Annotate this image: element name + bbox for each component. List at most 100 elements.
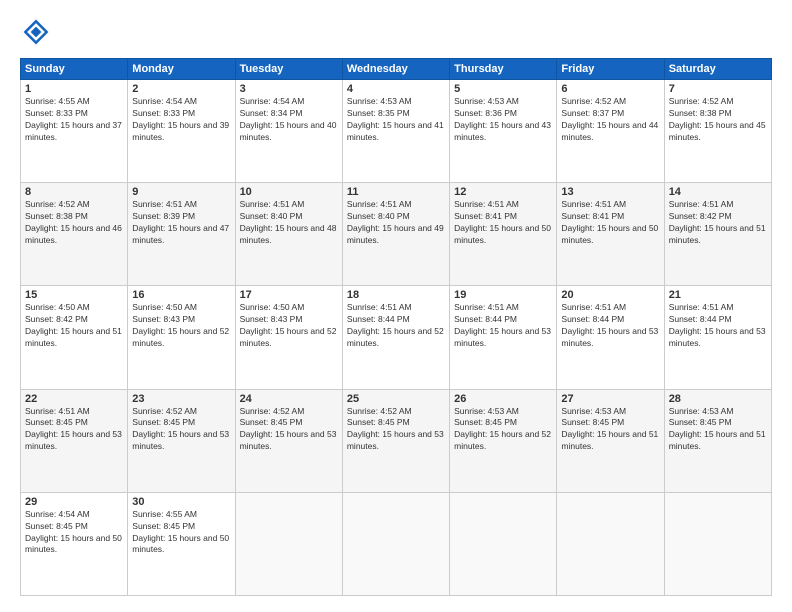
calendar-cell: 24 Sunrise: 4:52 AMSunset: 8:45 PMDaylig… bbox=[235, 389, 342, 492]
day-info: Sunrise: 4:51 AMSunset: 8:44 PMDaylight:… bbox=[347, 302, 445, 350]
day-info: Sunrise: 4:55 AMSunset: 8:45 PMDaylight:… bbox=[132, 509, 230, 557]
day-info: Sunrise: 4:50 AMSunset: 8:43 PMDaylight:… bbox=[132, 302, 230, 350]
calendar-cell: 5 Sunrise: 4:53 AMSunset: 8:36 PMDayligh… bbox=[450, 80, 557, 183]
day-info: Sunrise: 4:52 AMSunset: 8:45 PMDaylight:… bbox=[347, 406, 445, 454]
calendar-cell: 18 Sunrise: 4:51 AMSunset: 8:44 PMDaylig… bbox=[342, 286, 449, 389]
day-info: Sunrise: 4:50 AMSunset: 8:43 PMDaylight:… bbox=[240, 302, 338, 350]
day-number: 10 bbox=[240, 186, 338, 198]
day-number: 13 bbox=[561, 186, 659, 198]
calendar-cell: 4 Sunrise: 4:53 AMSunset: 8:35 PMDayligh… bbox=[342, 80, 449, 183]
day-number: 1 bbox=[25, 83, 123, 95]
calendar-week-4: 22 Sunrise: 4:51 AMSunset: 8:45 PMDaylig… bbox=[21, 389, 772, 492]
calendar-cell: 28 Sunrise: 4:53 AMSunset: 8:45 PMDaylig… bbox=[664, 389, 771, 492]
day-number: 30 bbox=[132, 496, 230, 508]
calendar-cell bbox=[342, 492, 449, 595]
day-info: Sunrise: 4:53 AMSunset: 8:45 PMDaylight:… bbox=[669, 406, 767, 454]
day-info: Sunrise: 4:51 AMSunset: 8:41 PMDaylight:… bbox=[454, 199, 552, 247]
calendar-cell: 10 Sunrise: 4:51 AMSunset: 8:40 PMDaylig… bbox=[235, 183, 342, 286]
day-info: Sunrise: 4:53 AMSunset: 8:45 PMDaylight:… bbox=[454, 406, 552, 454]
calendar-cell: 23 Sunrise: 4:52 AMSunset: 8:45 PMDaylig… bbox=[128, 389, 235, 492]
day-info: Sunrise: 4:51 AMSunset: 8:39 PMDaylight:… bbox=[132, 199, 230, 247]
day-number: 3 bbox=[240, 83, 338, 95]
day-info: Sunrise: 4:51 AMSunset: 8:40 PMDaylight:… bbox=[347, 199, 445, 247]
day-info: Sunrise: 4:54 AMSunset: 8:45 PMDaylight:… bbox=[25, 509, 123, 557]
calendar-cell: 7 Sunrise: 4:52 AMSunset: 8:38 PMDayligh… bbox=[664, 80, 771, 183]
day-number: 23 bbox=[132, 393, 230, 405]
day-number: 6 bbox=[561, 83, 659, 95]
calendar-cell: 13 Sunrise: 4:51 AMSunset: 8:41 PMDaylig… bbox=[557, 183, 664, 286]
day-number: 15 bbox=[25, 289, 123, 301]
day-number: 9 bbox=[132, 186, 230, 198]
day-number: 12 bbox=[454, 186, 552, 198]
calendar-cell bbox=[235, 492, 342, 595]
day-number: 4 bbox=[347, 83, 445, 95]
day-number: 17 bbox=[240, 289, 338, 301]
calendar-cell: 8 Sunrise: 4:52 AMSunset: 8:38 PMDayligh… bbox=[21, 183, 128, 286]
day-info: Sunrise: 4:51 AMSunset: 8:42 PMDaylight:… bbox=[669, 199, 767, 247]
calendar-cell: 12 Sunrise: 4:51 AMSunset: 8:41 PMDaylig… bbox=[450, 183, 557, 286]
calendar-week-3: 15 Sunrise: 4:50 AMSunset: 8:42 PMDaylig… bbox=[21, 286, 772, 389]
day-info: Sunrise: 4:52 AMSunset: 8:37 PMDaylight:… bbox=[561, 96, 659, 144]
day-info: Sunrise: 4:51 AMSunset: 8:44 PMDaylight:… bbox=[669, 302, 767, 350]
day-info: Sunrise: 4:51 AMSunset: 8:40 PMDaylight:… bbox=[240, 199, 338, 247]
calendar-cell: 2 Sunrise: 4:54 AMSunset: 8:33 PMDayligh… bbox=[128, 80, 235, 183]
day-number: 5 bbox=[454, 83, 552, 95]
day-number: 16 bbox=[132, 289, 230, 301]
calendar-cell: 21 Sunrise: 4:51 AMSunset: 8:44 PMDaylig… bbox=[664, 286, 771, 389]
calendar-cell bbox=[664, 492, 771, 595]
day-info: Sunrise: 4:52 AMSunset: 8:45 PMDaylight:… bbox=[132, 406, 230, 454]
calendar-cell: 11 Sunrise: 4:51 AMSunset: 8:40 PMDaylig… bbox=[342, 183, 449, 286]
calendar-cell bbox=[557, 492, 664, 595]
day-number: 25 bbox=[347, 393, 445, 405]
col-header-thursday: Thursday bbox=[450, 59, 557, 80]
calendar-cell: 14 Sunrise: 4:51 AMSunset: 8:42 PMDaylig… bbox=[664, 183, 771, 286]
page: SundayMondayTuesdayWednesdayThursdayFrid… bbox=[0, 0, 792, 612]
day-number: 28 bbox=[669, 393, 767, 405]
day-info: Sunrise: 4:55 AMSunset: 8:33 PMDaylight:… bbox=[25, 96, 123, 144]
day-number: 8 bbox=[25, 186, 123, 198]
calendar-cell: 16 Sunrise: 4:50 AMSunset: 8:43 PMDaylig… bbox=[128, 286, 235, 389]
calendar-cell: 6 Sunrise: 4:52 AMSunset: 8:37 PMDayligh… bbox=[557, 80, 664, 183]
day-number: 20 bbox=[561, 289, 659, 301]
logo bbox=[20, 16, 56, 48]
day-number: 2 bbox=[132, 83, 230, 95]
header bbox=[20, 16, 772, 48]
calendar-cell: 30 Sunrise: 4:55 AMSunset: 8:45 PMDaylig… bbox=[128, 492, 235, 595]
col-header-sunday: Sunday bbox=[21, 59, 128, 80]
day-info: Sunrise: 4:52 AMSunset: 8:38 PMDaylight:… bbox=[25, 199, 123, 247]
day-info: Sunrise: 4:51 AMSunset: 8:44 PMDaylight:… bbox=[561, 302, 659, 350]
calendar-cell: 1 Sunrise: 4:55 AMSunset: 8:33 PMDayligh… bbox=[21, 80, 128, 183]
day-info: Sunrise: 4:51 AMSunset: 8:44 PMDaylight:… bbox=[454, 302, 552, 350]
day-info: Sunrise: 4:51 AMSunset: 8:45 PMDaylight:… bbox=[25, 406, 123, 454]
calendar-cell: 17 Sunrise: 4:50 AMSunset: 8:43 PMDaylig… bbox=[235, 286, 342, 389]
col-header-friday: Friday bbox=[557, 59, 664, 80]
day-info: Sunrise: 4:52 AMSunset: 8:38 PMDaylight:… bbox=[669, 96, 767, 144]
day-number: 26 bbox=[454, 393, 552, 405]
day-number: 14 bbox=[669, 186, 767, 198]
day-number: 7 bbox=[669, 83, 767, 95]
day-number: 19 bbox=[454, 289, 552, 301]
day-info: Sunrise: 4:51 AMSunset: 8:41 PMDaylight:… bbox=[561, 199, 659, 247]
calendar-cell: 20 Sunrise: 4:51 AMSunset: 8:44 PMDaylig… bbox=[557, 286, 664, 389]
calendar-table: SundayMondayTuesdayWednesdayThursdayFrid… bbox=[20, 58, 772, 596]
day-info: Sunrise: 4:50 AMSunset: 8:42 PMDaylight:… bbox=[25, 302, 123, 350]
calendar-week-5: 29 Sunrise: 4:54 AMSunset: 8:45 PMDaylig… bbox=[21, 492, 772, 595]
calendar-week-2: 8 Sunrise: 4:52 AMSunset: 8:38 PMDayligh… bbox=[21, 183, 772, 286]
calendar-week-1: 1 Sunrise: 4:55 AMSunset: 8:33 PMDayligh… bbox=[21, 80, 772, 183]
calendar-cell: 9 Sunrise: 4:51 AMSunset: 8:39 PMDayligh… bbox=[128, 183, 235, 286]
day-info: Sunrise: 4:53 AMSunset: 8:45 PMDaylight:… bbox=[561, 406, 659, 454]
day-number: 21 bbox=[669, 289, 767, 301]
day-number: 11 bbox=[347, 186, 445, 198]
day-info: Sunrise: 4:54 AMSunset: 8:34 PMDaylight:… bbox=[240, 96, 338, 144]
col-header-wednesday: Wednesday bbox=[342, 59, 449, 80]
logo-icon bbox=[20, 16, 52, 48]
day-info: Sunrise: 4:52 AMSunset: 8:45 PMDaylight:… bbox=[240, 406, 338, 454]
calendar-cell: 29 Sunrise: 4:54 AMSunset: 8:45 PMDaylig… bbox=[21, 492, 128, 595]
col-header-tuesday: Tuesday bbox=[235, 59, 342, 80]
calendar-cell: 15 Sunrise: 4:50 AMSunset: 8:42 PMDaylig… bbox=[21, 286, 128, 389]
day-info: Sunrise: 4:54 AMSunset: 8:33 PMDaylight:… bbox=[132, 96, 230, 144]
calendar-cell: 26 Sunrise: 4:53 AMSunset: 8:45 PMDaylig… bbox=[450, 389, 557, 492]
calendar-cell bbox=[450, 492, 557, 595]
calendar-cell: 25 Sunrise: 4:52 AMSunset: 8:45 PMDaylig… bbox=[342, 389, 449, 492]
col-header-monday: Monday bbox=[128, 59, 235, 80]
